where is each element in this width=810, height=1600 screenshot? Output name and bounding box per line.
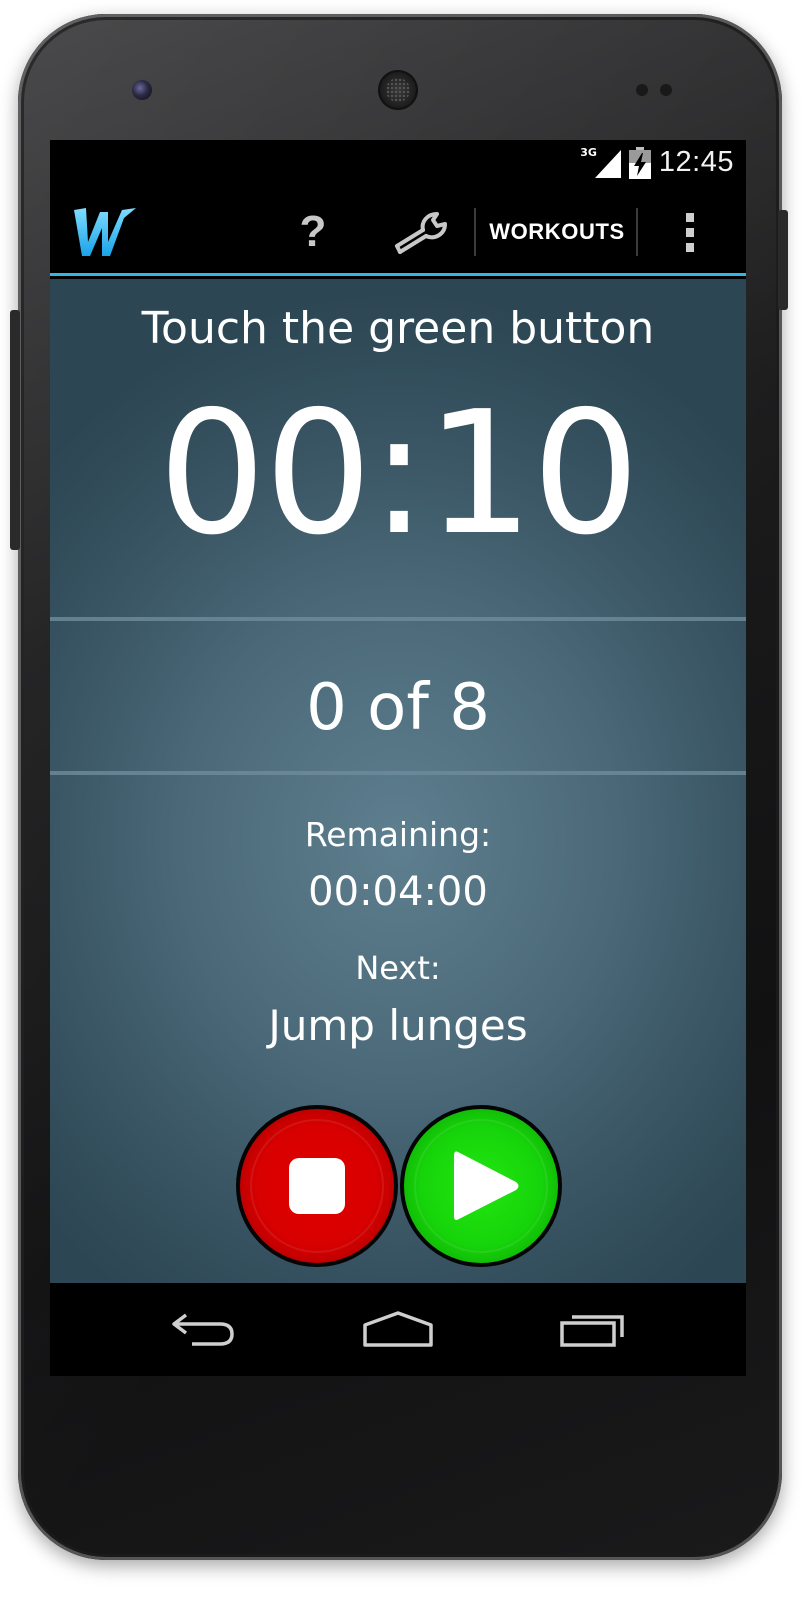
stop-icon xyxy=(289,1158,345,1214)
light-sensor xyxy=(660,84,672,96)
app-logo-w-icon[interactable] xyxy=(72,204,138,260)
settings-button[interactable] xyxy=(388,202,452,262)
power-button xyxy=(778,210,788,310)
navigation-bar xyxy=(50,1283,746,1376)
network-type: 3G xyxy=(580,146,597,159)
button-ring xyxy=(414,1119,548,1253)
back-button[interactable] xyxy=(158,1303,248,1355)
signal-icon xyxy=(594,149,621,178)
remaining-label: Remaining: xyxy=(304,815,492,854)
status-icons: 3G 12:45 xyxy=(580,146,734,179)
workouts-button[interactable]: WORKOUTS xyxy=(478,204,636,260)
overflow-menu-icon xyxy=(686,212,694,222)
divider xyxy=(50,771,746,775)
recent-apps-button[interactable] xyxy=(548,1303,638,1355)
status-clock: 12:45 xyxy=(658,146,734,178)
workout-timer-panel: Touch the green button 00:10 0 of 8 Rema… xyxy=(50,279,746,1283)
play-button[interactable] xyxy=(400,1105,562,1267)
overflow-menu-button[interactable] xyxy=(670,204,710,260)
next-label: Next: xyxy=(355,949,441,987)
volume-button xyxy=(10,310,20,550)
screen: 3G 12:45 ? WORKOUTS Touch the green butt… xyxy=(50,140,746,1376)
action-divider xyxy=(474,208,476,256)
front-camera xyxy=(132,80,152,100)
recent-apps-icon xyxy=(560,1315,624,1347)
exercise-counter: 0 of 8 xyxy=(306,671,490,745)
home-icon xyxy=(363,1311,433,1347)
instruction-text: Touch the green button xyxy=(141,303,655,354)
action-bar: ? WORKOUTS xyxy=(50,186,746,276)
home-button[interactable] xyxy=(353,1303,443,1355)
wrench-icon xyxy=(395,212,447,254)
stop-button[interactable] xyxy=(236,1105,398,1267)
battery-charging-icon xyxy=(628,146,651,179)
back-icon xyxy=(172,1313,234,1346)
overflow-dot xyxy=(686,227,694,237)
divider xyxy=(50,617,746,621)
proximity-sensor xyxy=(636,84,648,96)
help-icon: ? xyxy=(299,207,327,256)
status-bar: 3G 12:45 xyxy=(50,140,746,186)
overflow-dot xyxy=(686,242,694,252)
earpiece-speaker xyxy=(378,70,418,110)
action-divider xyxy=(636,208,638,256)
countdown-timer: 00:10 xyxy=(158,375,640,573)
help-button[interactable]: ? xyxy=(288,204,338,260)
next-exercise: Jump lunges xyxy=(268,1001,528,1050)
remaining-time: 00:04:00 xyxy=(308,869,488,915)
